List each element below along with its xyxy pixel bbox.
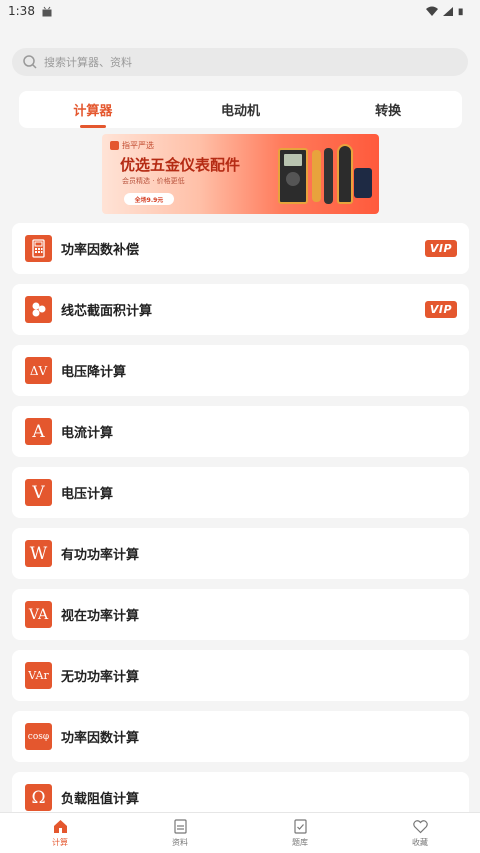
banner-tag-text: 指平严选 — [122, 141, 154, 150]
brand-logo-icon — [110, 141, 119, 150]
status-bar: 1:38 — [0, 0, 480, 22]
bottom-nav: 计算 资料 题库 收藏 — [0, 812, 480, 853]
calc-item-label: 线芯截面积计算 — [61, 304, 153, 319]
promo-banner[interactable]: 指平严选 优选五金仪表配件 会员精选 · 价格更低 全场9.9元 — [102, 134, 379, 214]
var-icon: VAr — [25, 662, 52, 689]
tab-motor[interactable]: 电动机 — [167, 91, 315, 128]
voltage-drop-icon: ΔV — [25, 357, 52, 384]
calc-item-active-power[interactable]: W 有功功率计算 — [12, 528, 469, 579]
multimeter-image — [278, 148, 308, 204]
calc-item-apparent-power[interactable]: VA 视在功率计算 — [12, 589, 469, 640]
category-tabs: 计算器 电动机 转换 — [19, 91, 462, 128]
banner-tag: 指平严选 — [110, 140, 154, 151]
phone-calc-icon — [25, 235, 52, 262]
va-icon: VA — [25, 601, 52, 628]
calc-item-label: 电压降计算 — [61, 365, 127, 380]
wifi-icon — [426, 6, 438, 16]
banner-subtitle: 会员精选 · 价格更低 — [122, 177, 185, 185]
nav-materials[interactable]: 资料 — [120, 813, 240, 853]
home-icon — [53, 820, 67, 833]
android-notification-icon — [42, 6, 52, 16]
nav-favorites[interactable]: 收藏 — [360, 813, 480, 853]
search-bar[interactable]: 搜索计算器、资料 — [12, 48, 468, 76]
tester-pen-2-image — [324, 148, 333, 204]
calculator-list: 功率因数补偿 VIP 线芯截面积计算 VIP ΔV 电压降计算 A 电流计算 V… — [12, 223, 469, 833]
current-icon: A — [25, 418, 52, 445]
calc-item-label: 视在功率计算 — [61, 609, 140, 624]
banner-title: 优选五金仪表配件 — [120, 156, 241, 174]
checklist-icon — [293, 819, 307, 834]
calc-item-voltage-drop[interactable]: ΔV 电压降计算 — [12, 345, 469, 396]
nav-label: 资料 — [172, 838, 188, 847]
tab-calculator[interactable]: 计算器 — [19, 91, 167, 128]
battery-icon — [458, 8, 463, 15]
clamp-meter-image — [337, 144, 353, 204]
calc-item-label: 功率因数计算 — [61, 731, 140, 746]
vip-badge: VIP — [425, 301, 457, 318]
signal-icon — [443, 6, 453, 16]
ohm-icon: Ω — [25, 784, 52, 811]
calc-item-wire-cross-section[interactable]: 线芯截面积计算 VIP — [12, 284, 469, 335]
voltage-icon: V — [25, 479, 52, 506]
vip-badge: VIP — [425, 240, 457, 257]
heart-icon — [412, 820, 428, 834]
calc-item-voltage[interactable]: V 电压计算 — [12, 467, 469, 518]
search-placeholder: 搜索计算器、资料 — [44, 56, 132, 69]
calc-item-label: 电流计算 — [61, 426, 114, 441]
nav-label: 题库 — [292, 838, 308, 847]
calc-item-label: 有功功率计算 — [61, 548, 140, 563]
wire-cores-icon — [25, 296, 52, 323]
tester-pen-image — [312, 150, 321, 202]
nav-calculate[interactable]: 计算 — [0, 813, 120, 853]
document-icon — [173, 819, 187, 834]
calc-item-label: 负载阻值计算 — [61, 792, 140, 807]
status-time: 1:38 — [8, 4, 35, 18]
nav-label: 收藏 — [412, 838, 428, 847]
calc-item-label: 功率因数补偿 — [61, 243, 140, 258]
calc-item-pf-compensation[interactable]: 功率因数补偿 VIP — [12, 223, 469, 274]
watt-icon: W — [25, 540, 52, 567]
cos-phi-icon: cosφ — [25, 723, 52, 750]
tab-conversion[interactable]: 转换 — [314, 91, 462, 128]
socket-tester-image — [354, 168, 372, 198]
banner-button[interactable]: 全场9.9元 — [124, 193, 174, 205]
nav-label: 计算 — [52, 838, 68, 847]
calc-item-power-factor[interactable]: cosφ 功率因数计算 — [12, 711, 469, 762]
calc-item-current[interactable]: A 电流计算 — [12, 406, 469, 457]
calc-item-reactive-power[interactable]: VAr 无功功率计算 — [12, 650, 469, 701]
search-icon — [23, 55, 37, 69]
nav-question-bank[interactable]: 题库 — [240, 813, 360, 853]
calc-item-label: 电压计算 — [61, 487, 114, 502]
calc-item-label: 无功功率计算 — [61, 670, 140, 685]
